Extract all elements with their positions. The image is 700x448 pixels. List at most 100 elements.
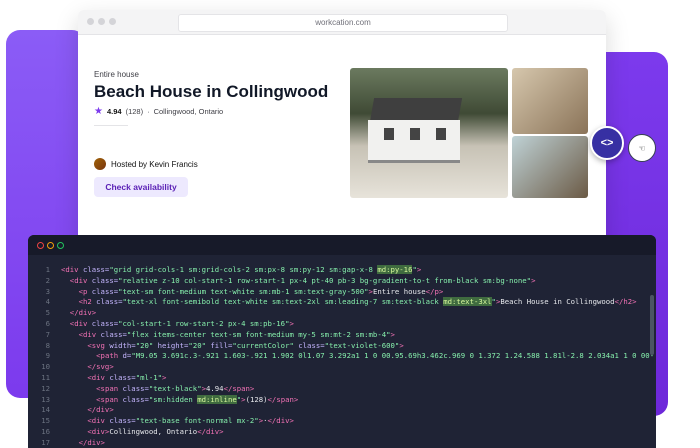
code-token: </span>	[223, 383, 255, 393]
line-number: 1	[45, 265, 50, 274]
editor-scrollbar[interactable]	[650, 295, 654, 355]
listing-photo-window[interactable]	[512, 136, 588, 198]
code-line: <span class="text-black">4.94</span>	[61, 384, 254, 395]
code-token: "text-xl font-semibold text-white sm:tex…	[122, 297, 444, 307]
code-line: <svg width="20" height="20" fill="curren…	[61, 340, 404, 352]
code-token: "20"	[188, 340, 211, 350]
code-line: <span class="sm:hidden md:inline">(128)<…	[61, 394, 299, 406]
line-number: 5	[45, 308, 50, 318]
code-token: </svg>	[87, 362, 114, 372]
code-line: <div class="text-base font-normal mx-2">…	[61, 416, 294, 427]
address-bar[interactable]: workcation.com	[178, 14, 508, 32]
code-token: <h2	[78, 297, 97, 307]
code-token: Beach House in Collingwood	[500, 297, 615, 307]
house-window	[410, 128, 420, 140]
listing-photo-main[interactable]	[350, 68, 508, 198]
code-token: "text-base font-normal mx-2"	[135, 416, 259, 426]
window-dot-icon[interactable]	[87, 18, 94, 25]
code-token: class=	[91, 319, 119, 328]
code-line: <div class="grid grid-cols-1 sm:grid-col…	[61, 265, 421, 276]
code-token: class=	[91, 286, 119, 296]
code-token: </h2>	[614, 297, 637, 307]
line-number: 16	[41, 427, 50, 436]
line-number: 15	[41, 416, 50, 426]
code-token: </div>	[69, 308, 97, 318]
code-toggle-button[interactable]: <>	[590, 126, 624, 160]
line-number: 4	[45, 297, 50, 307]
code-token: "ml-1"	[135, 373, 163, 382]
code-token: </div>	[87, 405, 114, 415]
code-token: md:py-16	[377, 265, 413, 274]
code-token: >	[289, 319, 294, 328]
cursor-icon: ☜	[628, 134, 656, 162]
code-token: "text-violet-600"	[324, 340, 400, 350]
minimize-dot-icon[interactable]	[47, 242, 54, 249]
code-token: "grid grid-cols-1 sm:grid-cols-2 sm:px-8…	[109, 265, 378, 274]
code-token: class=	[109, 373, 136, 382]
code-token: >	[531, 275, 536, 285]
code-token: >	[399, 340, 404, 350]
line-number: 11	[41, 373, 50, 382]
browser-toolbar: workcation.com	[78, 10, 606, 35]
code-token: "relative z-10 col-start-1 row-start-1 p…	[118, 275, 532, 285]
code-token: <div>	[87, 427, 110, 436]
code-token: class=	[122, 383, 149, 393]
review-count: (128)	[125, 107, 144, 116]
line-number: 9	[45, 351, 50, 361]
code-token: "20"	[135, 340, 158, 350]
code-token: (128)	[245, 394, 268, 404]
code-line: <div class="relative z-10 col-start-1 ro…	[61, 275, 536, 287]
code-token: class=	[82, 265, 110, 274]
line-number: 8	[45, 340, 50, 350]
code-token: <div	[69, 275, 92, 285]
code-token: <div	[87, 416, 110, 426]
code-line: </svg>	[61, 362, 114, 373]
code-token: "flex items-center text-sm font-medium m…	[126, 329, 391, 339]
house-roof	[369, 98, 463, 122]
host-row: Hosted by Kevin Francis	[94, 158, 198, 170]
code-token: </div>	[267, 416, 294, 426]
line-number: 12	[41, 383, 50, 393]
line-number: 7	[45, 329, 50, 339]
code-token: <div	[78, 329, 101, 339]
code-token: <div	[61, 265, 83, 274]
line-number: 17	[41, 437, 50, 447]
close-dot-icon[interactable]	[37, 242, 44, 249]
code-token: class=	[91, 275, 119, 285]
code-line: </div>	[61, 405, 114, 416]
window-dot-icon[interactable]	[98, 18, 105, 25]
code-token: class=	[109, 416, 136, 426]
code-token: </span>	[267, 394, 299, 404]
window-dot-icon[interactable]	[109, 18, 116, 25]
code-line: <div>Collingwood, Ontario</div>	[61, 427, 223, 438]
code-token: class=	[96, 297, 123, 307]
listing-location: Collingwood, Ontario	[153, 107, 224, 116]
code-line: <p class="text-sm font-medium text-white…	[61, 286, 444, 298]
star-icon: ★	[94, 106, 103, 117]
listing-photo-interior[interactable]	[512, 68, 588, 134]
code-token: class=	[298, 340, 325, 350]
code-token: </p>	[425, 286, 444, 296]
maximize-dot-icon[interactable]	[57, 242, 64, 249]
code-token: width=	[109, 340, 136, 350]
code-token: </div>	[78, 437, 105, 447]
code-token: fill=	[210, 340, 233, 350]
code-token: <span	[96, 383, 123, 393]
check-availability-button[interactable]: Check availability	[94, 177, 188, 197]
listing-title: Beach House in Collingwood	[94, 82, 329, 101]
code-token: Collingwood, Ontario	[109, 427, 198, 436]
code-token: height=	[157, 340, 189, 350]
code-token: <svg	[87, 340, 110, 350]
